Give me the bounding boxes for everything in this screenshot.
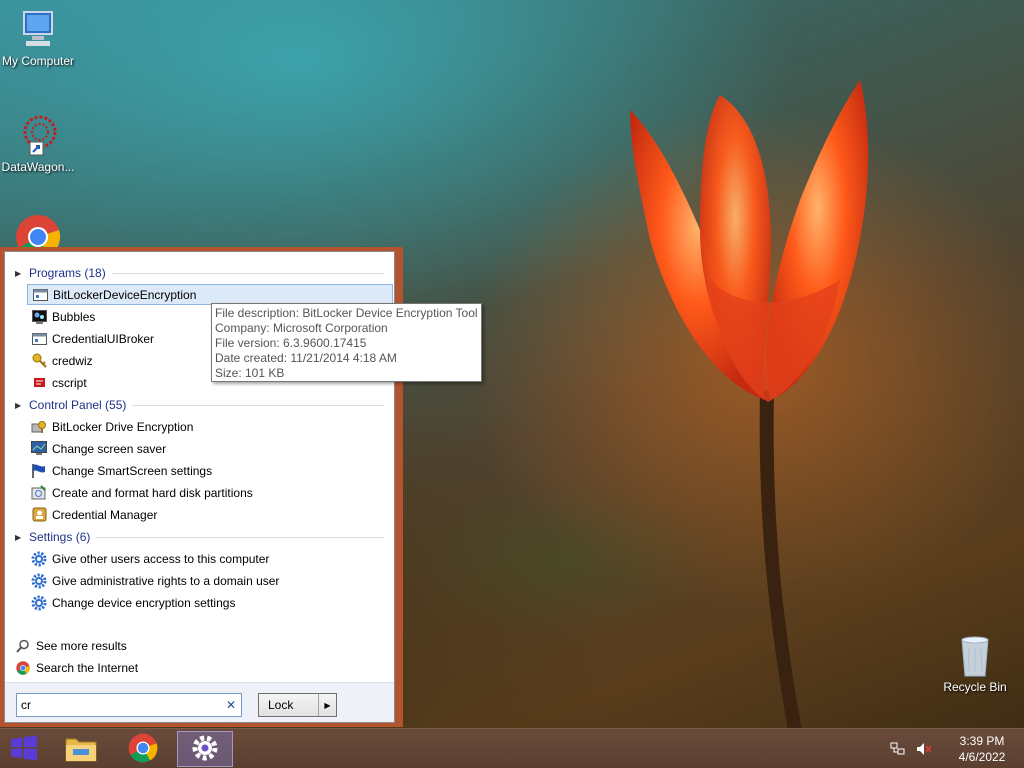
tooltip-line: File version: 6.3.9600.17415 (215, 336, 367, 350)
gear-icon (31, 573, 47, 589)
recycle-bin-icon (956, 632, 994, 678)
datawagon-shortcut-icon (18, 112, 58, 158)
tooltip-line: Date created: 11/21/2014 4:18 AM (215, 351, 397, 365)
see-more-results-link[interactable]: See more results (15, 636, 127, 656)
chrome-icon (15, 660, 31, 676)
clock-time: 3:39 PM (959, 734, 1005, 748)
search-box: ✕ (16, 693, 242, 717)
taskbar-settings[interactable] (177, 731, 233, 767)
desktop-icon-chrome[interactable] (0, 214, 78, 250)
expand-triangle-icon: ▶ (15, 532, 22, 542)
key-icon (31, 353, 47, 369)
result-item-label: CredentialUIBroker (52, 331, 155, 346)
search-bar-area: ✕ Lock ▶ (5, 682, 394, 722)
divider (96, 536, 384, 538)
result-item-label: Change SmartScreen settings (52, 463, 213, 478)
tooltip-line: Company: Microsoft Corporation (215, 321, 388, 335)
tooltip-line: File description: BitLocker Device Encry… (215, 306, 478, 320)
gear-icon (31, 595, 47, 611)
power-options-arrow-icon[interactable]: ▶ (318, 694, 336, 716)
group-header-programs[interactable]: ▶ Programs (18) (15, 264, 384, 282)
settings-icon (191, 734, 219, 765)
result-item-label: Change screen saver (52, 441, 167, 456)
clock-date: 4/6/2022 (958, 750, 1006, 764)
result-item-give-other-users-access[interactable]: Give other users access to this computer (27, 548, 393, 569)
group-header-settings[interactable]: ▶ Settings (6) (15, 528, 384, 546)
expand-triangle-icon: ▶ (15, 400, 22, 410)
result-item-label: Create and format hard disk partitions (52, 485, 253, 500)
group-header-label: Control Panel (55) (29, 398, 127, 412)
result-item-label: credwiz (52, 353, 93, 368)
script-icon (31, 375, 47, 391)
search-input[interactable] (17, 695, 221, 715)
expand-triangle-icon: ▶ (15, 268, 22, 278)
result-item-label: Change device encryption settings (52, 595, 236, 610)
bitlocker-icon (31, 419, 47, 435)
group-header-label: Programs (18) (29, 266, 106, 280)
taskbar-chrome[interactable] (115, 731, 171, 767)
wallpaper-tulip (630, 80, 869, 730)
result-item-change-screen-saver[interactable]: Change screen saver (27, 438, 393, 459)
desktop-icon-recycle-bin[interactable]: Recycle Bin (935, 632, 1015, 694)
result-item-bitlockerdeviceencryption[interactable]: BitLockerDeviceEncryption (27, 284, 393, 305)
screensaver-icon (31, 309, 47, 325)
result-item-change-smartscreen-settings[interactable]: Change SmartScreen settings (27, 460, 393, 481)
group-header-label: Settings (6) (29, 530, 91, 544)
desktop-icon-label: DataWagon... (1, 160, 75, 174)
start-button[interactable] (0, 731, 48, 767)
disk-icon (31, 485, 47, 501)
network-icon[interactable] (890, 742, 908, 756)
app-window-icon (32, 287, 48, 303)
clear-search-icon[interactable]: ✕ (221, 698, 241, 712)
monitor-icon (31, 441, 47, 457)
result-item-create-format-partitions[interactable]: Create and format hard disk partitions (27, 482, 393, 503)
divider (132, 404, 384, 406)
result-item-label: Credential Manager (52, 507, 158, 522)
result-item-label: cscript (52, 375, 87, 390)
result-item-credential-manager[interactable]: Credential Manager (27, 504, 393, 525)
chrome-icon (15, 214, 61, 248)
group-header-control-panel[interactable]: ▶ Control Panel (55) (15, 396, 384, 414)
desktop-icon-datawagon[interactable]: DataWagon... (0, 112, 78, 174)
taskbar-file-explorer[interactable] (53, 731, 109, 767)
result-item-label: Bubbles (52, 309, 96, 324)
file-explorer-icon (64, 733, 98, 766)
computer-icon (18, 8, 58, 52)
result-item-label: BitLocker Drive Encryption (52, 419, 194, 434)
result-item-give-admin-rights[interactable]: Give administrative rights to a domain u… (27, 570, 393, 591)
system-tray: 3:39 PM 4/6/2022 (890, 729, 1024, 768)
desktop-icon-label: My Computer (1, 54, 75, 68)
lock-button-label: Lock (268, 698, 294, 712)
clock[interactable]: 3:39 PM 4/6/2022 (952, 733, 1012, 765)
flag-icon (31, 463, 47, 479)
search-internet-label: Search the Internet (36, 661, 139, 675)
see-more-results-label: See more results (36, 639, 127, 653)
file-info-tooltip: File description: BitLocker Device Encry… (211, 303, 482, 382)
result-item-bitlocker-drive-encryption[interactable]: BitLocker Drive Encryption (27, 416, 393, 437)
taskbar: 3:39 PM 4/6/2022 (0, 728, 1024, 768)
tooltip-line: Size: 101 KB (215, 366, 285, 380)
desktop-icon-my-computer[interactable]: My Computer (0, 8, 78, 68)
desktop-icon-label: Recycle Bin (943, 680, 1007, 694)
result-item-label: Give administrative rights to a domain u… (52, 573, 280, 588)
chrome-icon (128, 733, 158, 766)
result-item-change-device-encryption[interactable]: Change device encryption settings (27, 592, 393, 613)
volume-muted-icon[interactable] (916, 742, 934, 756)
search-internet-link[interactable]: Search the Internet (15, 658, 138, 678)
result-item-label: Give other users access to this computer (52, 551, 270, 566)
credential-icon (31, 507, 47, 523)
start-icon (10, 735, 38, 764)
lock-button[interactable]: Lock ▶ (258, 693, 337, 717)
search-icon (15, 638, 31, 654)
result-item-label: BitLockerDeviceEncryption (53, 287, 197, 302)
divider (111, 272, 384, 274)
gear-icon (31, 551, 47, 567)
app-window-icon (31, 331, 47, 347)
